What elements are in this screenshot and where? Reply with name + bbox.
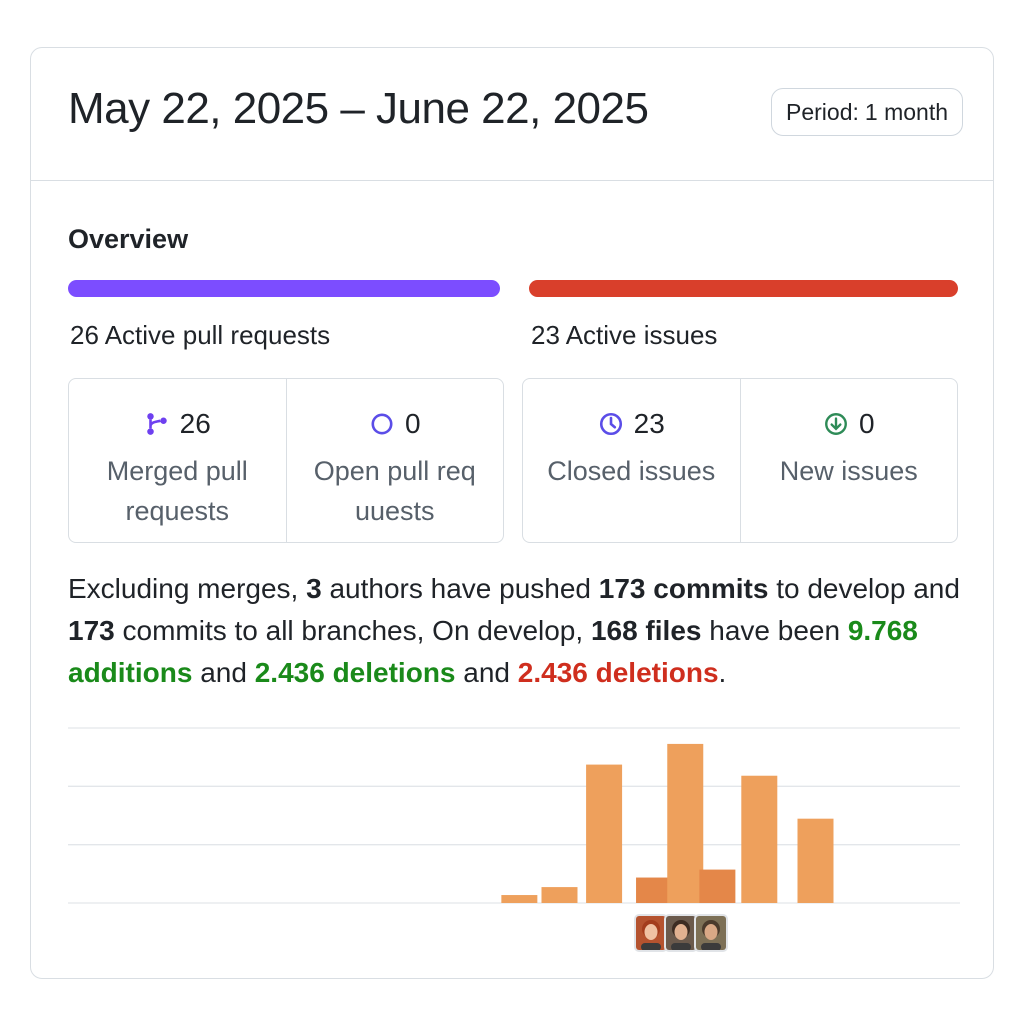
pull-requests-stats: 26 Merged pull requests 0 Open pull req … bbox=[68, 378, 504, 543]
circle-open-icon bbox=[371, 413, 393, 435]
period-selector-button[interactable]: Period: 1 month bbox=[771, 88, 963, 136]
date-range-title: May 22, 2025 – June 22, 2025 bbox=[68, 84, 649, 133]
summary-card: May 22, 2025 – June 22, 2025 Period: 1 m… bbox=[30, 47, 994, 979]
open-count: 0 bbox=[404, 408, 421, 439]
merged-count: 26 bbox=[179, 408, 211, 439]
active-issues-summary[interactable]: 23 Active issues bbox=[531, 320, 717, 351]
avatar-image bbox=[636, 916, 666, 950]
pull-requests-progress-bar bbox=[68, 280, 500, 297]
desc-text-7: and bbox=[455, 657, 518, 688]
open-pull-requests-stat[interactable]: 0 Open pull req uuests bbox=[285, 379, 504, 542]
avatar-1[interactable] bbox=[634, 914, 668, 952]
chart-bar-4[interactable] bbox=[636, 877, 673, 903]
chart-bar-3[interactable] bbox=[586, 764, 623, 903]
period-prefix: Period: bbox=[786, 99, 859, 125]
overview-heading: Overview bbox=[68, 224, 189, 254]
chart-bar-1[interactable] bbox=[501, 895, 538, 903]
issues-progress-bar bbox=[529, 280, 958, 297]
desc-text-3: to develop and bbox=[768, 573, 960, 604]
deletions-count-red: 2.436 deletions bbox=[517, 657, 719, 688]
desc-text-5: have been bbox=[701, 615, 848, 646]
contributor-avatars bbox=[634, 914, 728, 954]
git-merge-icon bbox=[146, 413, 167, 435]
issues-stats: 23 Closed issues 0 New issues bbox=[522, 378, 958, 543]
chart-bar-5[interactable] bbox=[667, 743, 704, 903]
period-value: 1 month bbox=[864, 99, 948, 125]
deletions-count-green: 2.436 deletions bbox=[254, 657, 456, 688]
chart-bar-6[interactable] bbox=[699, 869, 736, 903]
desc-text-6: and bbox=[192, 657, 255, 688]
avatar-image bbox=[696, 916, 726, 950]
clock-icon bbox=[599, 412, 622, 436]
desc-text-4: commits to all branches, On develop, bbox=[114, 615, 591, 646]
arrow-down-circle-icon bbox=[825, 413, 847, 435]
chart-bar-7[interactable] bbox=[741, 775, 778, 903]
new-count: 0 bbox=[858, 408, 875, 439]
avatar-2[interactable] bbox=[664, 914, 698, 952]
avatar-3[interactable] bbox=[694, 914, 728, 952]
merged-pull-requests-stat[interactable]: 26 Merged pull requests bbox=[69, 379, 286, 542]
open-label: Open pull req uuests bbox=[313, 456, 476, 526]
new-issues-stat[interactable]: 0 New issues bbox=[739, 379, 958, 542]
new-label: New issues bbox=[779, 456, 918, 486]
commit-summary-text: Excluding merges, 3 authors have pushed … bbox=[68, 568, 968, 694]
desc-text-2: authors have pushed bbox=[321, 573, 599, 604]
avatar-image bbox=[666, 916, 696, 950]
commits-bar-chart bbox=[68, 727, 960, 904]
closed-label: Closed issues bbox=[547, 456, 716, 486]
desc-text-8: . bbox=[718, 657, 727, 688]
commits-develop: 173 commits bbox=[598, 573, 769, 604]
commits-all-branches: 173 bbox=[68, 615, 115, 646]
active-pull-requests-summary[interactable]: 26 Active pull requests bbox=[70, 320, 330, 351]
closed-count: 23 bbox=[633, 408, 665, 439]
chart-bar-2[interactable] bbox=[541, 887, 578, 903]
merged-label: Merged pull requests bbox=[106, 456, 248, 526]
chart-bar-8[interactable] bbox=[797, 818, 834, 903]
desc-text-1: Excluding merges, bbox=[68, 573, 307, 604]
card-header: May 22, 2025 – June 22, 2025 Period: 1 m… bbox=[31, 48, 993, 181]
files-changed: 168 files bbox=[590, 615, 702, 646]
closed-issues-stat[interactable]: 23 Closed issues bbox=[523, 379, 740, 542]
authors-count: 3 bbox=[306, 573, 322, 604]
